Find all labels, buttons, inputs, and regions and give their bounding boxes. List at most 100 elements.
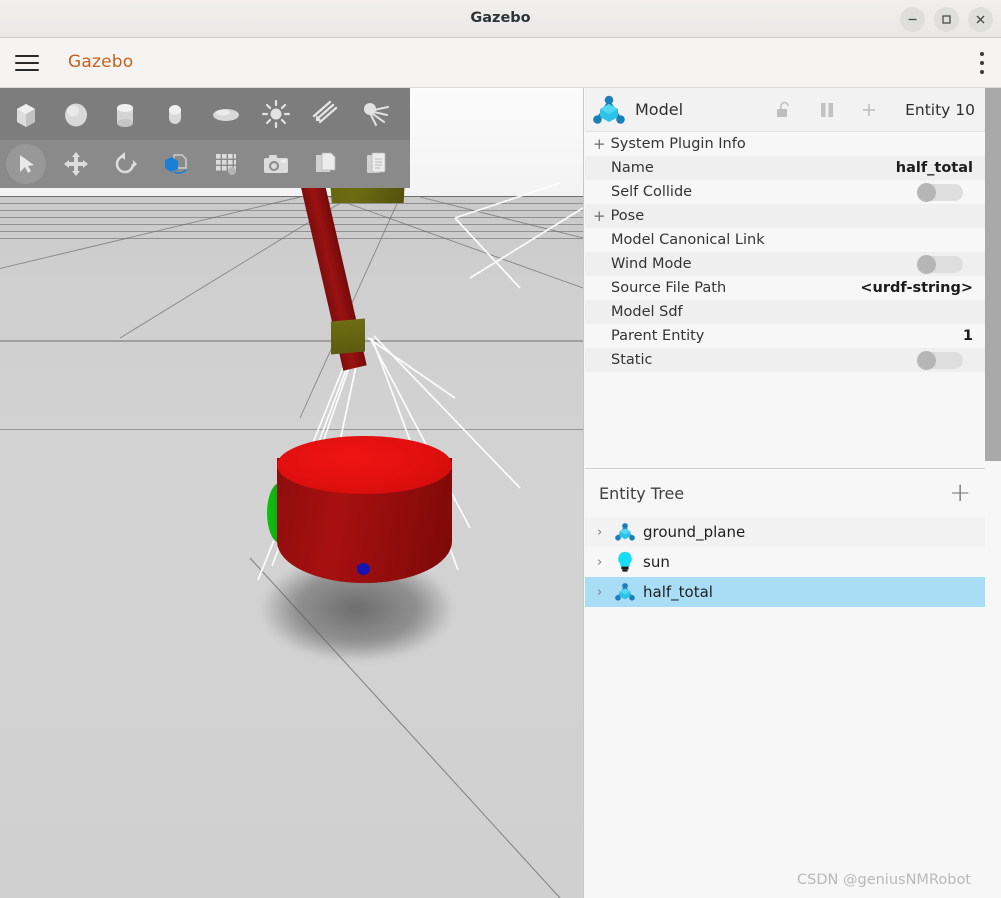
point-light-tool[interactable]	[251, 99, 301, 129]
property-label: Model Sdf	[611, 304, 683, 320]
paste-tool[interactable]	[351, 151, 401, 177]
property-label: Static	[611, 352, 653, 368]
rotate-tool[interactable]	[100, 151, 150, 177]
minimize-icon	[908, 18, 917, 21]
inspector-toolbar: Entity 10	[775, 100, 985, 120]
transform-control-tool[interactable]	[150, 150, 200, 178]
tree-item-label: sun	[643, 553, 670, 571]
model-icon	[613, 520, 637, 544]
app-header: Gazebo	[0, 38, 1001, 88]
screenshot-tool[interactable]	[251, 152, 301, 176]
ellipsoid-shape-tool[interactable]	[200, 99, 251, 129]
property-row-name[interactable]: Name half_total	[585, 156, 985, 180]
property-label: Model Canonical Link	[611, 232, 765, 248]
grid-align-tool[interactable]	[200, 151, 251, 177]
property-label: Parent Entity	[611, 328, 705, 344]
property-value: 1	[962, 328, 973, 344]
hamburger-icon[interactable]	[15, 51, 39, 75]
tree-item-sun[interactable]: › sun	[585, 547, 985, 577]
grid-icon	[215, 154, 236, 175]
model-icon	[593, 95, 625, 124]
chevron-right-icon[interactable]: ›	[597, 555, 613, 570]
light-bulb-icon	[613, 550, 637, 574]
directional-light-icon	[312, 100, 338, 124]
capsule-shape-tool[interactable]	[150, 99, 200, 129]
inspector-property-list: + System Plugin Info Name half_total Sel…	[585, 132, 985, 372]
expand-plus-icon[interactable]: +	[593, 208, 606, 224]
chevron-right-icon[interactable]: ›	[597, 585, 613, 600]
tree-item-label: ground_plane	[643, 523, 746, 541]
cylinder-shape-tool[interactable]	[100, 99, 150, 129]
chevron-right-icon[interactable]: ›	[597, 525, 613, 540]
property-value: <urdf-string>	[860, 280, 973, 296]
render-viewport[interactable]: ‹ 0.00 %	[0, 88, 583, 898]
robot-sensor-box	[331, 318, 365, 355]
property-label: Self Collide	[611, 184, 693, 200]
box-shape-tool[interactable]	[0, 99, 51, 129]
translate-tool[interactable]	[51, 151, 100, 177]
property-row-wind-mode[interactable]: Wind Mode	[585, 252, 985, 276]
entity-tree-header: Entity Tree +	[585, 469, 985, 517]
window-title: Gazebo	[470, 10, 531, 26]
property-value: half_total	[895, 160, 973, 176]
tree-item-label: half_total	[643, 583, 713, 601]
add-entity-icon[interactable]: +	[949, 480, 971, 506]
box-icon	[16, 104, 35, 127]
select-tool[interactable]	[0, 144, 51, 184]
close-button[interactable]	[968, 7, 993, 32]
property-row-source-file-path[interactable]: Source File Path <urdf-string>	[585, 276, 985, 300]
tree-item-half-total[interactable]: › half_total	[585, 577, 985, 607]
entity-tree-title: Entity Tree	[599, 483, 685, 503]
maximize-button[interactable]	[934, 7, 959, 32]
inspector-scrollbar[interactable]	[985, 88, 1001, 461]
property-row-static[interactable]: Static	[585, 348, 985, 372]
entity-tree-panel: Entity Tree + › ground_plane › sun › hal…	[585, 468, 985, 898]
move-arrows-icon	[63, 152, 88, 176]
property-row-parent-entity[interactable]: Parent Entity 1	[585, 324, 985, 348]
model-icon	[613, 580, 637, 604]
copy-tool[interactable]	[301, 151, 351, 177]
unlock-icon[interactable]	[775, 100, 793, 120]
property-label: Wind Mode	[611, 256, 692, 272]
cursor-arrow-icon	[19, 155, 34, 173]
rotate-icon	[115, 152, 137, 174]
transform-toolbar	[0, 140, 410, 188]
property-row-model-sdf[interactable]: Model Sdf	[585, 300, 985, 324]
spot-light-icon	[364, 103, 389, 126]
static-toggle[interactable]	[917, 350, 963, 370]
property-label: Source File Path	[611, 280, 727, 296]
component-inspector-header: Model Entity 10	[585, 88, 985, 132]
add-component-icon[interactable]	[861, 102, 877, 118]
ellipsoid-icon	[212, 109, 239, 121]
inspector-title: Model	[635, 100, 684, 119]
close-icon	[976, 15, 985, 24]
cylinder-icon	[117, 104, 133, 127]
camera-icon	[264, 155, 288, 173]
maximize-icon	[942, 15, 951, 24]
minimize-button[interactable]	[900, 7, 925, 32]
right-panel: Model Entity 10 + System Plugin Info Nam…	[583, 88, 1001, 898]
property-row-pose[interactable]: + Pose	[585, 204, 985, 228]
pause-icon[interactable]	[819, 101, 835, 119]
wind-mode-toggle[interactable]	[917, 254, 963, 274]
sphere-icon	[64, 103, 87, 127]
property-label: Name	[611, 160, 654, 176]
property-label: System Plugin Info	[610, 136, 746, 152]
self-collide-toggle[interactable]	[917, 182, 963, 202]
property-row-system-plugin-info[interactable]: + System Plugin Info	[585, 132, 985, 156]
sphere-shape-tool[interactable]	[51, 99, 100, 129]
tree-item-ground-plane[interactable]: › ground_plane	[585, 517, 985, 547]
property-label: Pose	[610, 208, 645, 224]
expand-plus-icon[interactable]: +	[593, 136, 606, 152]
gazebo-window: Gazebo Gazebo Model Entity 10 + System P…	[0, 0, 1001, 898]
window-controls	[900, 7, 993, 32]
kebab-menu-icon[interactable]	[979, 52, 985, 74]
point-light-icon	[261, 99, 291, 129]
spot-light-tool[interactable]	[351, 99, 401, 129]
directional-light-tool[interactable]	[301, 99, 351, 129]
robot-body-top	[277, 436, 452, 494]
watermark-text: CSDN @geniusNMRobot	[797, 872, 971, 888]
property-row-model-canonical-link[interactable]: Model Canonical Link	[585, 228, 985, 252]
robot-caster	[357, 563, 370, 575]
property-row-self-collide[interactable]: Self Collide	[585, 180, 985, 204]
